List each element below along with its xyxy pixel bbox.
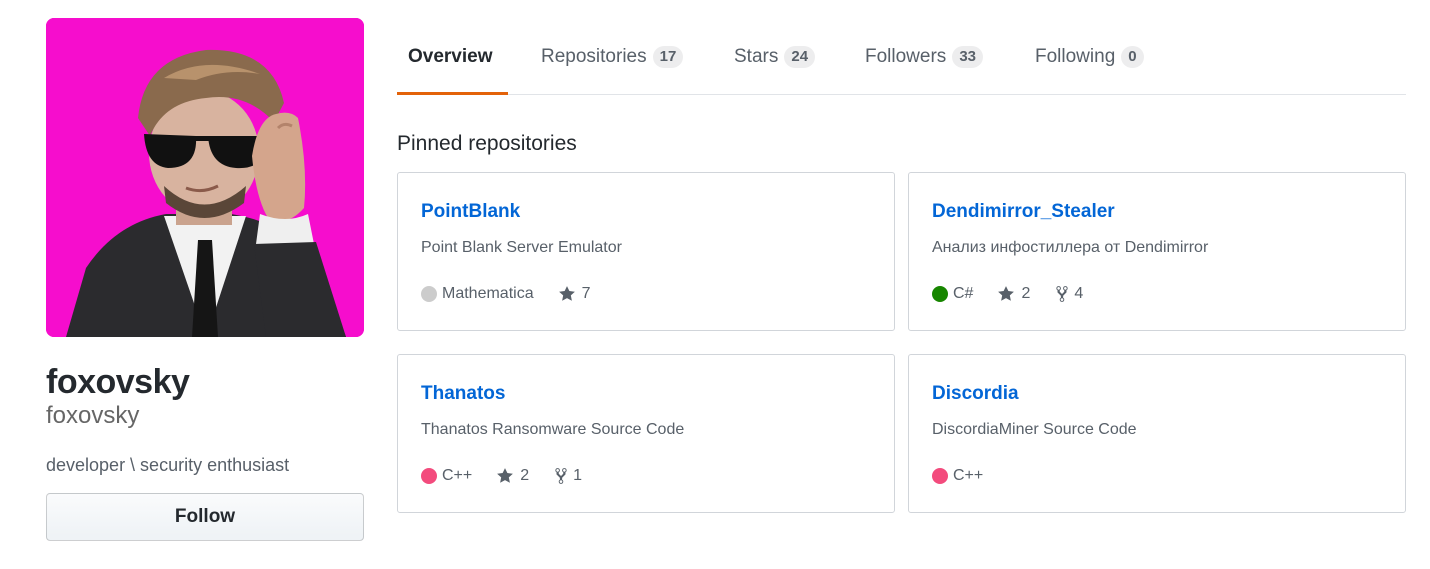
repo-description: Анализ инфостиллера от Dendimirror [932, 239, 1209, 256]
tab-counter: 33 [952, 46, 983, 68]
tab-counter: 24 [784, 46, 816, 68]
star-count: 2 [520, 467, 530, 484]
repo-meta: C# 2 4 [932, 285, 1107, 303]
profile-sidebar: foxovsky foxovsky developer \ security e… [46, 18, 364, 541]
language-label: Mathematica [442, 285, 534, 302]
repo-meta: C++ 2 1 [421, 467, 606, 485]
tab-label: Followers [865, 46, 947, 67]
fork-icon [1056, 286, 1068, 302]
star-icon [558, 286, 575, 301]
pinned-repo-card: Thanatos Thanatos Ransomware Source Code… [397, 354, 895, 513]
language-color-dot [421, 286, 437, 302]
repo-language: C++ [932, 467, 983, 485]
avatar-image [46, 18, 364, 337]
tab-label: Overview [408, 46, 493, 67]
pinned-repo-card: Discordia DiscordiaMiner Source Code C++ [908, 354, 1406, 513]
avatar[interactable] [46, 18, 364, 337]
repo-meta: C++ [932, 467, 1007, 485]
tab-label: Stars [734, 46, 779, 67]
language-color-dot [421, 468, 437, 484]
repo-description: Thanatos Ransomware Source Code [421, 421, 685, 438]
repo-language: Mathematica [421, 285, 534, 303]
profile-login: foxovsky [46, 402, 140, 429]
star-icon [497, 468, 514, 483]
fork-count: 1 [573, 467, 583, 484]
repo-description: Point Blank Server Emulator [421, 239, 622, 256]
profile-fullname: foxovsky [46, 363, 190, 401]
profile-tabs: Overview Repositories 17 Stars 24 Follow… [397, 0, 1406, 95]
star-icon [998, 286, 1015, 301]
repo-name-link[interactable]: Thanatos [421, 383, 505, 405]
profile-main: Overview Repositories 17 Stars 24 Follow… [397, 0, 1406, 513]
repo-stars[interactable]: 2 [997, 285, 1030, 303]
pinned-repositories-title: Pinned repositories [397, 132, 577, 155]
language-label: C++ [442, 467, 473, 484]
repo-forks[interactable]: 4 [1054, 285, 1083, 303]
repo-name-link[interactable]: Discordia [932, 383, 1019, 405]
follow-button[interactable]: Follow [46, 493, 364, 541]
repo-description: DiscordiaMiner Source Code [932, 421, 1137, 438]
fork-count: 4 [1074, 285, 1084, 302]
star-count: 7 [581, 285, 591, 302]
repo-language: C# [932, 285, 973, 303]
language-color-dot [932, 468, 948, 484]
repo-language: C++ [421, 467, 472, 485]
tab-label: Repositories [541, 46, 647, 67]
tab-label: Following [1035, 46, 1116, 67]
star-count: 2 [1021, 285, 1031, 302]
language-label: C# [953, 285, 974, 302]
tab-counter: 0 [1121, 46, 1144, 68]
selected-tab-underline [397, 92, 508, 95]
language-color-dot [932, 286, 948, 302]
tab-following[interactable]: Following 0 [1035, 42, 1144, 72]
repo-forks[interactable]: 1 [553, 467, 582, 485]
profile-bio: developer \ security enthusiast [46, 455, 290, 475]
tab-followers[interactable]: Followers 33 [865, 42, 983, 72]
pinned-repo-card: Dendimirror_Stealer Анализ инфостиллера … [908, 172, 1406, 331]
fork-icon [555, 468, 567, 484]
tab-overview[interactable]: Overview [408, 42, 493, 72]
repo-stars[interactable]: 2 [496, 467, 529, 485]
repo-meta: Mathematica 7 [421, 285, 615, 303]
tab-stars[interactable]: Stars 24 [734, 42, 816, 72]
repo-name-link[interactable]: PointBlank [421, 201, 520, 223]
repo-name-link[interactable]: Dendimirror_Stealer [932, 201, 1115, 223]
language-label: C++ [953, 467, 984, 484]
tab-repositories[interactable]: Repositories 17 [541, 42, 684, 72]
repo-stars[interactable]: 7 [558, 285, 591, 303]
pinned-repo-card: PointBlank Point Blank Server Emulator M… [397, 172, 895, 331]
tab-counter: 17 [652, 46, 684, 68]
